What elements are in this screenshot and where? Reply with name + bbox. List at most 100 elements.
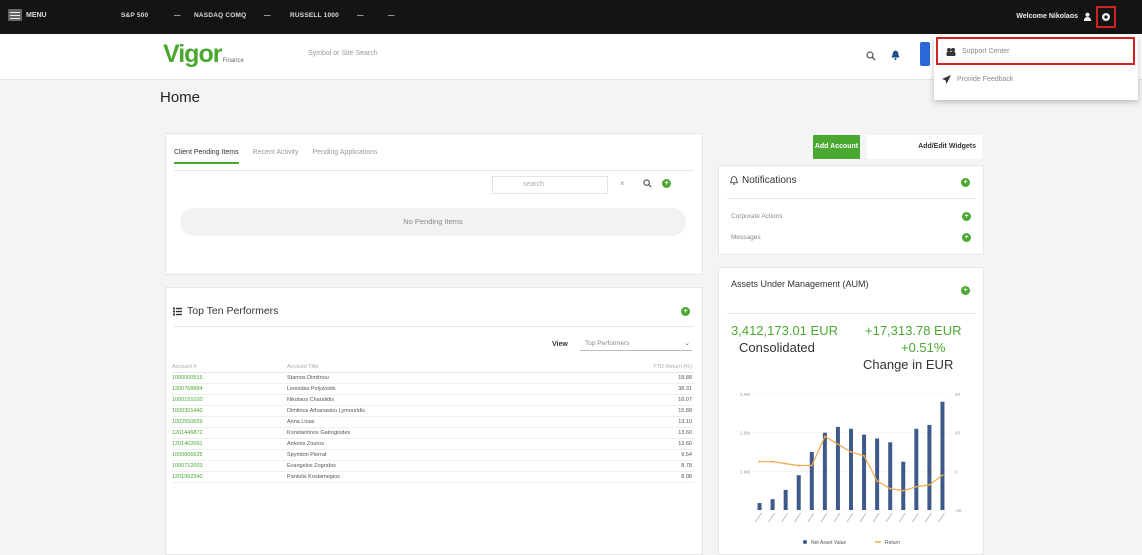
x-tick-label [846,512,854,523]
notification-row-corporate-actions[interactable]: Corporate Actions + [731,212,971,221]
view-select[interactable]: Top Performers ⌄ [580,337,692,351]
bar-net-asset-value [757,503,762,510]
performer-account-link[interactable]: 1002550659 [172,416,287,428]
performer-ytd-return: 13.60 [553,427,694,439]
add-icon[interactable]: + [962,233,971,242]
page-title: Home [160,89,201,106]
tab-client-pending-items[interactable]: Client Pending Items [174,149,239,164]
table-row[interactable]: 1000151020 Nikolaos Charalidis 16.07 [172,394,694,406]
user-welcome[interactable]: Welcome Nikolaos [1016,12,1092,21]
clear-icon[interactable]: × [620,179,625,188]
table-row[interactable]: 1200768884 Leonidas Polyzoidis 38.31 [172,383,694,395]
x-tick-label [755,512,762,523]
add-icon[interactable]: + [961,178,970,187]
y-left-tick-label: 3.0M [740,392,750,397]
ticker-russell[interactable]: RUSSELL 1000 [290,12,339,19]
bell-icon [730,176,738,185]
add-icon[interactable]: + [662,179,671,188]
bar-net-asset-value [927,424,932,510]
tab-divider [174,170,694,171]
aum-value: 3,412,173.01 EUR [731,323,838,338]
tab-pending-applications[interactable]: Pending Applications [313,149,378,164]
provide-feedback-menu-item[interactable]: Provide Feedback [934,65,1138,93]
x-tick-label [768,512,776,523]
x-tick-label [820,512,828,523]
settings-dropdown: Support Center Provide Feedback [934,36,1138,100]
table-row[interactable]: 1000301440 Dimitrios Athanasiou Lymouridi… [172,405,694,417]
notification-row-messages[interactable]: Messages + [731,233,971,242]
point-return [850,451,852,453]
bar-net-asset-value [888,442,893,510]
performer-account-link[interactable]: 1000151020 [172,394,287,406]
menu-button[interactable]: MENU [8,9,47,21]
point-return [784,462,787,465]
search-icon[interactable] [866,51,876,61]
performer-account-title: Antonis Zouros [287,438,554,450]
bar-net-asset-value [901,461,906,510]
performers-table: Account # Account Title YTD Return (%) 1… [172,363,694,483]
table-row[interactable]: 1201962340 Pantelis Kostamegios 8.08 [172,471,694,483]
add-icon[interactable]: + [962,212,971,221]
empty-message: No Pending Items [180,208,686,236]
add-account-button[interactable]: Add Account [813,135,860,159]
y-right-tick-label: -20 [955,508,962,513]
settings-button[interactable] [1096,6,1116,28]
add-edit-widgets-button[interactable]: Add/Edit Widgets [867,135,982,159]
y-left-tick-label: 2.0M [740,431,750,436]
performer-account-link[interactable]: 1000301440 [172,405,287,417]
x-tick-label [898,512,906,523]
table-row[interactable]: 1201446872 Konstantinos Gatrogiodes 13.60 [172,427,694,439]
provide-feedback-label: Provide Feedback [957,75,1014,83]
performer-account-link[interactable]: 1201446872 [172,427,287,439]
pending-search-input[interactable]: search [492,176,608,194]
table-row[interactable]: 1000712003 Evangelos Zografos 8.78 [172,460,694,472]
point-return [836,443,839,446]
y-left-tick-label: 1.0M [740,469,750,474]
point-return [863,454,866,457]
point-return [889,487,892,490]
bar-net-asset-value [822,432,827,510]
site-search-input[interactable]: Symbol or Site Search [308,50,548,57]
col-account[interactable]: Account # [172,363,287,373]
y-right-tick-label: 40 [955,392,961,397]
notifications-header: Notifications [730,175,796,186]
legend-marker-net-asset-value [803,540,807,544]
add-icon[interactable]: + [961,286,970,295]
performer-account-title: Evangelos Zografos [287,460,554,472]
performer-account-link[interactable]: 1201962340 [172,471,287,483]
performer-account-link[interactable]: 1201402091 [172,438,287,450]
chevron-down-icon: ⌄ [684,340,690,347]
aum-divider [727,313,975,314]
table-row[interactable]: 1000006625 Spyridon Pierrat 9.54 [172,449,694,461]
performer-account-link[interactable]: 1000000515 [172,372,287,384]
table-row[interactable]: 1201402091 Antonis Zouros 12.60 [172,438,694,450]
performers-divider [174,326,694,327]
performer-account-link[interactable]: 1200768884 [172,383,287,395]
ticker-sp500[interactable]: S&P 500 [121,12,148,19]
ticker-nasdaq[interactable]: NASDAQ COMQ [194,12,246,19]
add-icon[interactable]: + [681,307,690,316]
performer-account-title: Nikolaos Charalidis [287,394,554,406]
bar-net-asset-value [875,438,880,510]
table-row[interactable]: 1002550659 Anna Linas 13.10 [172,416,694,428]
support-center-menu-item[interactable]: Support Center [936,37,1135,65]
table-header-row: Account # Account Title YTD Return (%) [172,363,694,373]
logo[interactable]: VigorFinance [163,40,244,69]
x-tick-label [807,512,815,523]
performer-ytd-return: 16.07 [553,394,694,406]
performers-header: Top Ten Performers [173,305,278,317]
performer-account-link[interactable]: 1000712003 [172,460,287,472]
col-ytd-return[interactable]: YTD Return (%) [553,363,694,373]
notification-label: Corporate Actions [731,213,783,220]
bell-icon[interactable] [891,50,900,60]
aum-change-percent: +0.51% [901,340,946,355]
search-icon[interactable] [643,179,652,188]
performer-account-link[interactable]: 1000006625 [172,449,287,461]
tab-recent-activity[interactable]: Recent Activity [253,149,299,164]
header-blue-button[interactable] [920,42,930,66]
list-icon [173,307,182,315]
x-tick-label [781,512,789,523]
table-row[interactable]: 1000000515 Stamos Dimitriou 18.88 [172,372,694,384]
col-title[interactable]: Account Title [287,363,554,373]
notifications-divider [727,198,975,199]
